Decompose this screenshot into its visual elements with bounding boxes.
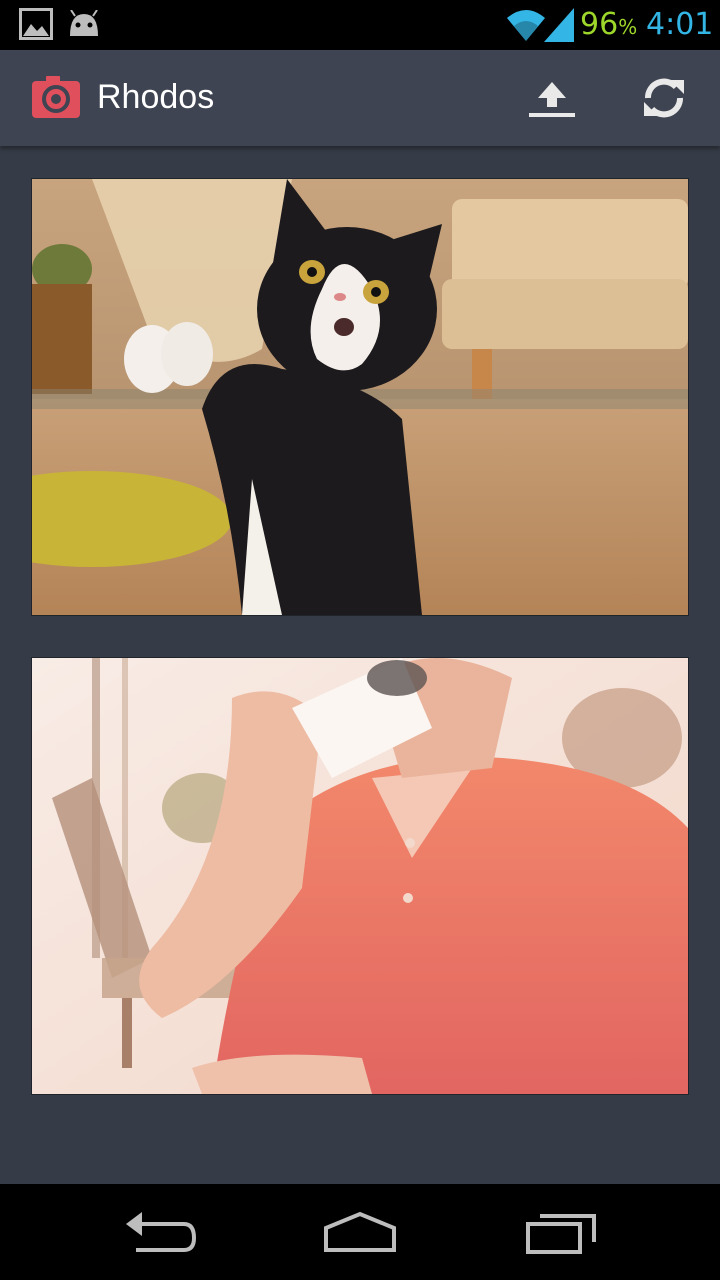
refresh-icon: [644, 78, 684, 118]
navigation-bar: [0, 1184, 720, 1280]
wifi-icon: [505, 8, 547, 47]
man-drinking-coffee-photo: [32, 658, 688, 1094]
clock: 4:01: [646, 7, 714, 42]
photo-card-coffee[interactable]: [31, 657, 689, 1095]
android-notification-icon: [66, 9, 102, 43]
app-title: Rhodos: [97, 78, 215, 116]
gallery-notification-icon: [19, 8, 53, 45]
kitten-photo: [32, 179, 688, 615]
upload-icon: [529, 82, 575, 117]
recent-apps-button[interactable]: [514, 1202, 610, 1262]
recent-apps-icon: [526, 1214, 596, 1254]
refresh-button[interactable]: [640, 74, 688, 122]
home-button[interactable]: [312, 1202, 408, 1262]
back-button[interactable]: [112, 1202, 208, 1262]
status-bar: 96% 4:01: [0, 0, 720, 50]
home-icon: [324, 1211, 396, 1252]
battery-level: 96%: [580, 7, 638, 42]
camera-icon[interactable]: [32, 76, 80, 123]
back-icon: [126, 1212, 197, 1252]
upload-button[interactable]: [528, 74, 576, 122]
signal-icon: [544, 8, 574, 47]
action-bar: Rhodos: [0, 50, 720, 146]
photo-card-kitten[interactable]: [31, 178, 689, 616]
